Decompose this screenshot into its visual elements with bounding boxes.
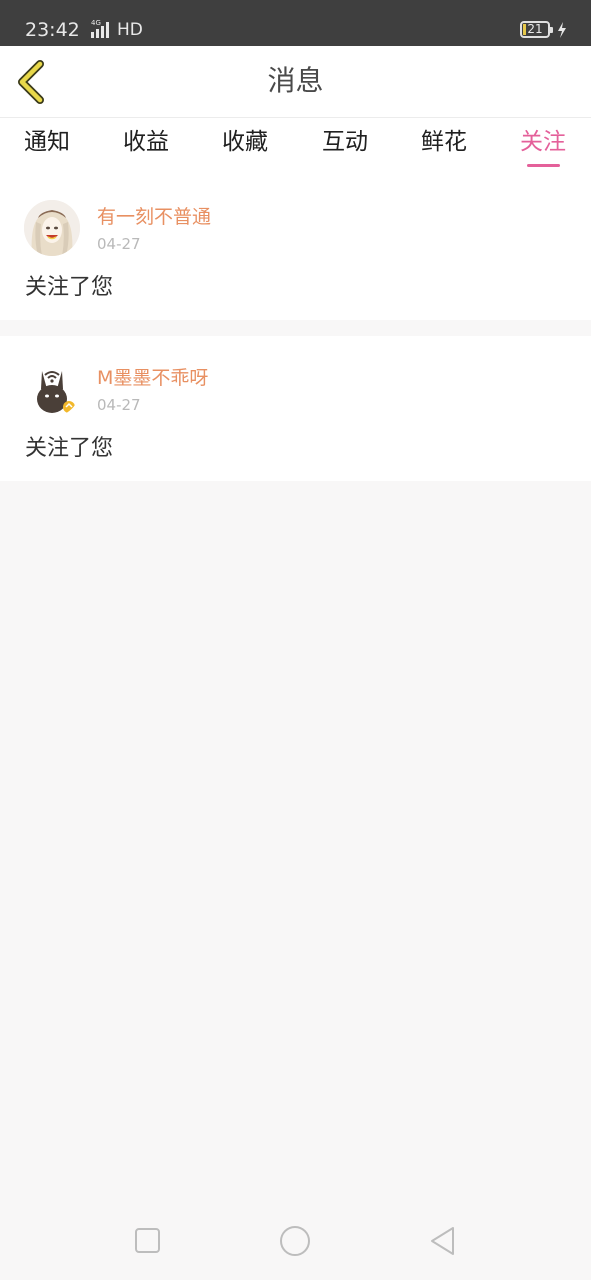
tab-flowers[interactable]: 鲜花 <box>421 128 467 156</box>
battery-icon: 21 <box>520 21 553 38</box>
status-time: 23:42 <box>25 19 80 41</box>
square-icon[interactable] <box>134 1227 161 1254</box>
circle-icon[interactable] <box>279 1225 311 1257</box>
network-type-label: 4G <box>91 19 101 27</box>
avatar[interactable] <box>24 361 80 417</box>
lightning-icon <box>558 22 566 38</box>
user-avatar-image <box>24 200 80 256</box>
tab-earnings[interactable]: 收益 <box>123 128 169 156</box>
message-date: 04-27 <box>97 396 141 414</box>
triangle-back-icon[interactable] <box>428 1225 458 1257</box>
hd-label: HD <box>117 20 143 40</box>
battery-level <box>523 24 526 35</box>
message-item[interactable]: M墨墨不乖呀 04-27 关注了您 <box>0 336 591 481</box>
signal-4g-icon: 4G <box>91 19 109 38</box>
message-text: 关注了您 <box>25 275 114 300</box>
page-title: 消息 <box>267 64 324 97</box>
message-date: 04-27 <box>97 235 141 253</box>
tab-follows[interactable]: 关注 <box>520 128 566 156</box>
tab-bar: 通知 收益 收藏 互动 鲜花 关注 <box>0 118 591 178</box>
tab-favorites[interactable]: 收藏 <box>222 128 268 156</box>
tab-interactions[interactable]: 互动 <box>322 128 368 156</box>
active-tab-indicator <box>527 164 560 167</box>
message-text: 关注了您 <box>25 436 114 461</box>
system-nav-bar <box>0 1200 591 1280</box>
message-item[interactable]: 有一刻不普通 04-27 关注了您 <box>0 178 591 320</box>
status-bar: 23:42 4G HD 21 <box>0 0 591 46</box>
username[interactable]: M墨墨不乖呀 <box>97 366 208 390</box>
username[interactable]: 有一刻不普通 <box>97 205 211 229</box>
app-header: 消息 <box>0 46 591 118</box>
user-avatar-image <box>24 361 80 417</box>
avatar[interactable] <box>24 200 80 256</box>
battery-percent: 21 <box>527 22 543 36</box>
tab-notifications[interactable]: 通知 <box>24 128 70 156</box>
